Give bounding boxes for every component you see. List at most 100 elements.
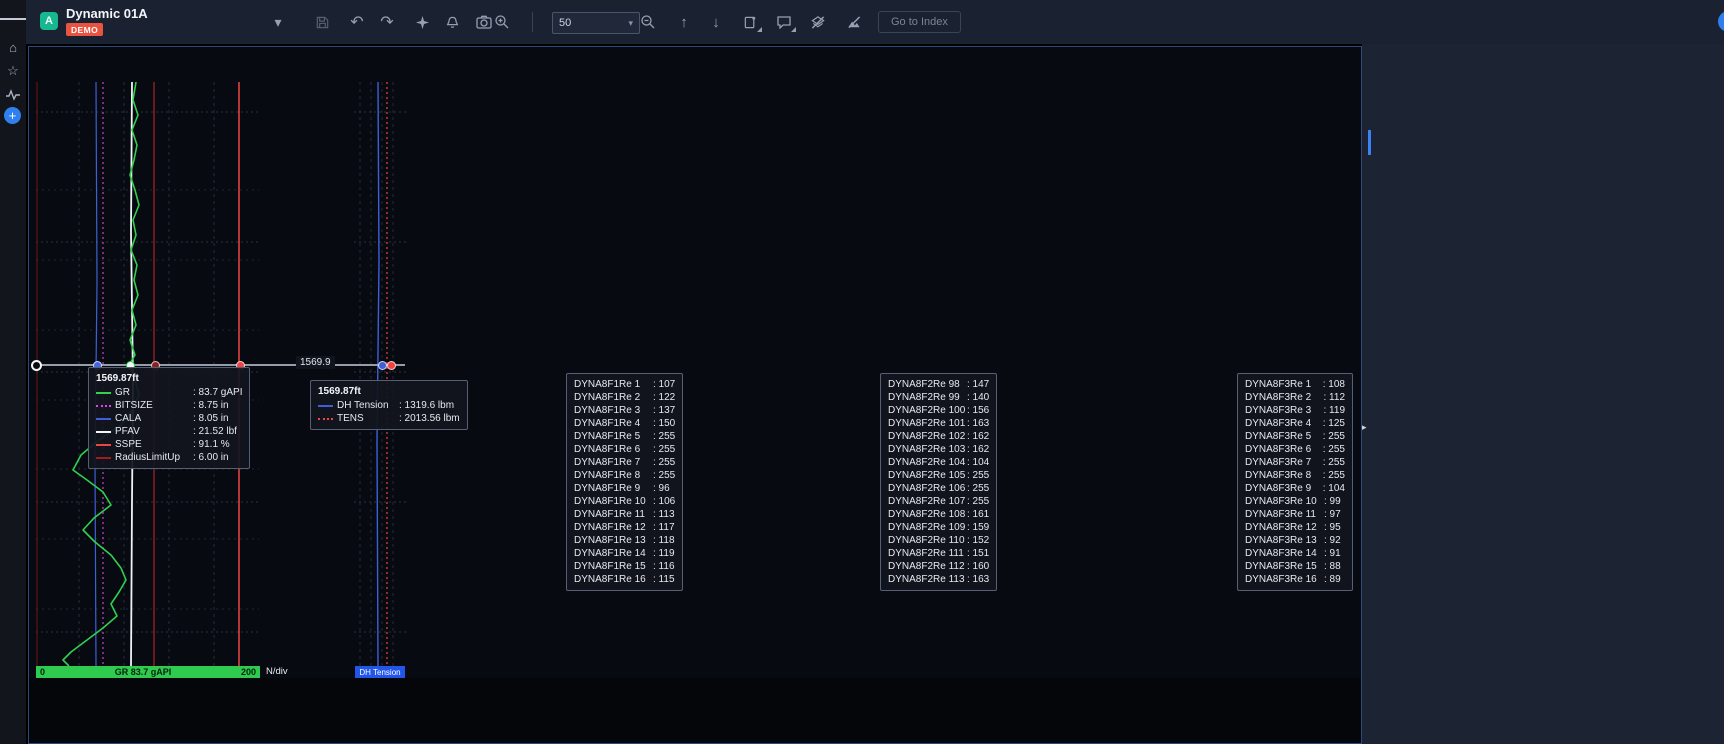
screenshot-camera-icon[interactable] bbox=[474, 13, 494, 31]
add-panel-button[interactable]: + bbox=[1718, 11, 1724, 32]
tooltip-row: DYNA8F1Re 1: 107 bbox=[574, 378, 675, 391]
tooltip-row: DYNA8F1Re 8: 255 bbox=[574, 469, 675, 482]
title-dropdown-icon[interactable]: ▾ bbox=[268, 13, 288, 31]
tooltip-row: PFAV: 21.52 lbf bbox=[96, 425, 242, 438]
tooltip-row: DYNA8F1Re 7: 255 bbox=[574, 456, 675, 469]
tooltip-row: DYNA8F2Re 103: 162 bbox=[888, 443, 989, 456]
add-workspace-button[interactable]: + bbox=[4, 107, 21, 124]
tooltip-row: DYNA8F1Re 14: 119 bbox=[574, 547, 675, 560]
sparkle-icon[interactable] bbox=[412, 13, 432, 31]
comment-icon[interactable] bbox=[774, 13, 794, 31]
left-sidebar: ⌂ ☆ + bbox=[0, 0, 26, 744]
tooltip-row: DYNA8F3Re 13: 92 bbox=[1245, 534, 1345, 547]
tooltip-row: DYNA8F1Re 10: 106 bbox=[574, 495, 675, 508]
menu-icon[interactable] bbox=[0, 8, 26, 30]
tooltip-row: DYNA8F1Re 12: 117 bbox=[574, 521, 675, 534]
template-icon[interactable] bbox=[740, 13, 760, 31]
scroll-up-icon[interactable]: ↑ bbox=[674, 13, 694, 31]
tooltip-row: DYNA8F3Re 12: 95 bbox=[1245, 521, 1345, 534]
track4-tooltip: DYNA8F2Re 98: 147DYNA8F2Re 99: 140DYNA8F… bbox=[880, 373, 997, 591]
tooltip-row: DYNA8F1Re 11: 113 bbox=[574, 508, 675, 521]
tooltip-row: DYNA8F2Re 107: 255 bbox=[888, 495, 989, 508]
tooltip-row: DH Tension: 1319.6 lbm bbox=[318, 399, 460, 412]
redo-icon[interactable]: ↷ bbox=[377, 13, 397, 31]
toolbar-divider bbox=[532, 12, 533, 32]
tooltip-row: DYNA8F3Re 14: 91 bbox=[1245, 547, 1345, 560]
star-icon[interactable]: ☆ bbox=[0, 60, 26, 82]
tooltip-row: DYNA8F1Re 3: 137 bbox=[574, 404, 675, 417]
track7-tooltip: DYNA8F1Re 1: 107DYNA8F1Re 2: 122DYNA8F1R… bbox=[566, 373, 683, 591]
tooltip-row: DYNA8F2Re 106: 255 bbox=[888, 482, 989, 495]
crosshair-marker-tens bbox=[387, 361, 396, 370]
tooltip-row: DYNA8F3Re 6: 255 bbox=[1245, 443, 1345, 456]
zoom-in-icon[interactable] bbox=[492, 13, 512, 31]
track5-tooltip: 1569.87ft GR: 83.7 gAPIBITSIZE: 8.75 inC… bbox=[88, 367, 250, 469]
demo-badge: DEMO bbox=[66, 23, 103, 36]
save-icon[interactable] bbox=[312, 13, 332, 31]
tooltip-row: DYNA8F2Re 112: 160 bbox=[888, 560, 989, 573]
tooltip-row: DYNA8F3Re 11: 97 bbox=[1245, 508, 1345, 521]
tooltip-depth: 1569.87ft bbox=[318, 385, 460, 398]
zoom-level-value: 50 bbox=[559, 17, 571, 29]
select-caret-icon: ▾ bbox=[628, 18, 633, 29]
panel-collapse-arrow-icon[interactable]: ▸ bbox=[1362, 422, 1367, 433]
layers-off-icon[interactable] bbox=[808, 13, 828, 31]
undo-icon[interactable]: ↶ bbox=[347, 13, 367, 31]
tooltip-row: DYNA8F1Re 15: 116 bbox=[574, 560, 675, 573]
tooltip-row: SSPE: 91.1 % bbox=[96, 438, 242, 451]
tooltip-row: DYNA8F1Re 6: 255 bbox=[574, 443, 675, 456]
tooltip-row: DYNA8F3Re 2: 112 bbox=[1245, 391, 1345, 404]
tooltip-row: DYNA8F2Re 110: 152 bbox=[888, 534, 989, 547]
image-off-icon[interactable] bbox=[844, 13, 864, 31]
tooltip-row: DYNA8F1Re 9: 96 bbox=[574, 482, 675, 495]
tooltip-row: DYNA8F3Re 15: 88 bbox=[1245, 560, 1345, 573]
tooltip-row: TENS: 2013.56 lbm bbox=[318, 412, 460, 425]
home-icon[interactable]: ⌂ bbox=[0, 36, 26, 58]
tooltip-row: DYNA8F2Re 105: 255 bbox=[888, 469, 989, 482]
zoom-out-icon[interactable] bbox=[638, 13, 658, 31]
top-toolbar: A Dynamic 01A DEMO ▾ ↶ ↷ 50 ▾ ↑ ↓ Go to … bbox=[26, 0, 1724, 44]
tooltip-depth: 1569.87ft bbox=[96, 372, 242, 385]
tooltip-row: DYNA8F1Re 2: 122 bbox=[574, 391, 675, 404]
notifications-bell-icon[interactable] bbox=[442, 13, 462, 31]
tooltip-row: DYNA8F1Re 5: 255 bbox=[574, 430, 675, 443]
tooltip-row: DYNA8F2Re 98: 147 bbox=[888, 378, 989, 391]
go-to-index-button[interactable]: Go to Index bbox=[878, 11, 961, 33]
tooltip-row: CALA: 8.05 in bbox=[96, 412, 242, 425]
crosshair-line[interactable] bbox=[36, 364, 405, 366]
tooltip-row: DYNA8F2Re 109: 159 bbox=[888, 521, 989, 534]
tooltip-row: DYNA8F3Re 16: 89 bbox=[1245, 573, 1345, 586]
bitsize-swatch-icon bbox=[96, 405, 111, 407]
index-unit-label: N/div bbox=[266, 666, 288, 677]
tooltip-row: DYNA8F2Re 102: 162 bbox=[888, 430, 989, 443]
tooltip-row: DYNA8F2Re 111: 151 bbox=[888, 547, 989, 560]
panel-empty-area bbox=[29, 678, 1361, 743]
radius-swatch-icon bbox=[96, 457, 111, 459]
tooltip-row: DYNA8F2Re 108: 161 bbox=[888, 508, 989, 521]
tooltip-row: DYNA8F3Re 1: 108 bbox=[1245, 378, 1345, 391]
tooltip-row: DYNA8F3Re 8: 255 bbox=[1245, 469, 1345, 482]
crosshair-drag-handle[interactable] bbox=[31, 360, 42, 371]
pfav-swatch-icon bbox=[96, 431, 111, 433]
sspe-swatch-icon bbox=[96, 444, 111, 446]
crosshair-depth-label: 1569.9 bbox=[296, 356, 335, 369]
tooltip-row: DYNA8F3Re 4: 125 bbox=[1245, 417, 1345, 430]
tooltip-row: DYNA8F2Re 100: 156 bbox=[888, 404, 989, 417]
tooltip-row: DYNA8F1Re 16: 115 bbox=[574, 573, 675, 586]
iv-track-tooltip: 1569.87ft DH Tension: 1319.6 lbmTENS: 20… bbox=[310, 380, 468, 430]
document-title: Dynamic 01A bbox=[66, 6, 148, 21]
gr-swatch-icon bbox=[96, 392, 111, 394]
tooltip-row: GR: 83.7 gAPI bbox=[96, 386, 242, 399]
tooltip-row: DYNA8F3Re 3: 119 bbox=[1245, 404, 1345, 417]
tooltip-row: DYNA8F2Re 113: 163 bbox=[888, 573, 989, 586]
scroll-down-icon[interactable]: ↓ bbox=[706, 13, 726, 31]
tooltip-row: DYNA8F3Re 9: 104 bbox=[1245, 482, 1345, 495]
tooltip-row: DYNA8F3Re 10: 99 bbox=[1245, 495, 1345, 508]
tooltip-row: DYNA8F2Re 99: 140 bbox=[888, 391, 989, 404]
tens-swatch-icon bbox=[318, 418, 333, 420]
selected-indicator bbox=[1368, 130, 1371, 155]
activity-icon[interactable] bbox=[0, 84, 26, 106]
cala-swatch-icon bbox=[96, 418, 111, 420]
tooltip-row: BITSIZE: 8.75 in bbox=[96, 399, 242, 412]
zoom-level-select[interactable]: 50 ▾ bbox=[552, 12, 640, 34]
